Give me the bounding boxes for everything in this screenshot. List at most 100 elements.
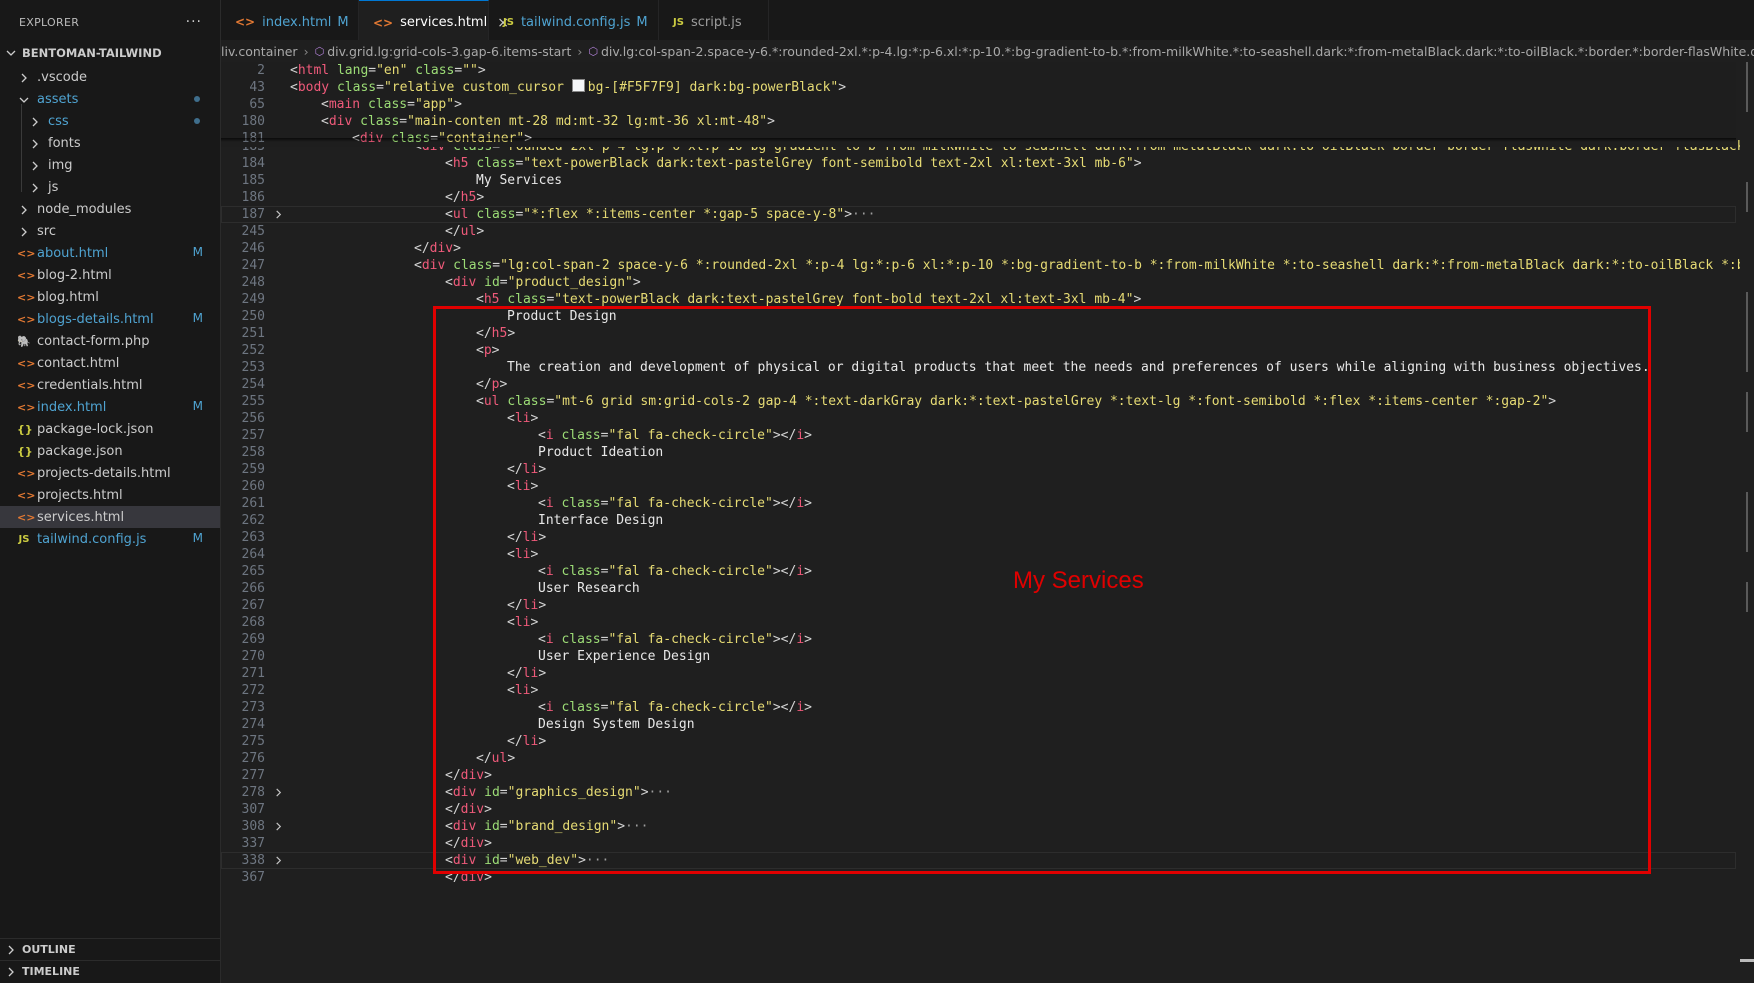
tab-services-html[interactable]: <> services.html × [359, 0, 509, 44]
tree-item-fonts[interactable]: fonts [0, 132, 220, 154]
code-token: = [399, 114, 408, 129]
code-line[interactable]: 273 <i class="fal fa-check-circle"></i> [221, 699, 1736, 716]
tree-item-blog-2-html[interactable]: <> blog-2.html [0, 264, 220, 286]
tree-item-blog-html[interactable]: <> blog.html [0, 286, 220, 308]
tree-item-blogs-details-html[interactable]: <> blogs-details.html M [0, 308, 220, 330]
code-line[interactable]: 267 </li> [221, 597, 1736, 614]
color-swatch-icon[interactable] [571, 79, 585, 92]
code-line[interactable]: 253 The creation and development of physi… [221, 359, 1736, 376]
breadcrumb-item[interactable]: liv.container [221, 44, 298, 59]
tree-item-tailwind-config-js[interactable]: JS tailwind.config.js M [0, 528, 220, 550]
code-line[interactable]: 263 </li> [221, 529, 1736, 546]
code-line[interactable]: 249 <h5 class="text-powerBlack dark:text-… [221, 291, 1736, 308]
timeline-section[interactable]: TIMELINE [0, 960, 221, 982]
line-number: 261 [241, 496, 265, 511]
code-line[interactable]: 258 Product Ideation [221, 444, 1736, 461]
code-line[interactable]: 260 <li> [221, 478, 1736, 495]
code-line[interactable]: 270 User Experience Design [221, 648, 1736, 665]
code-token: class [561, 564, 601, 579]
code-line[interactable]: 264 <li> [221, 546, 1736, 563]
code-line[interactable]: 367 </div> [221, 869, 1736, 886]
tree-item-contact-html[interactable]: <> contact.html [0, 352, 220, 374]
code-line[interactable]: 248 <div id="product_design"> [221, 274, 1736, 291]
code-line[interactable]: 43 <body class="relative custom_cursor bg… [221, 79, 1736, 96]
tree-item-projects-html[interactable]: <> projects.html [0, 484, 220, 506]
tree-item-credentials-html[interactable]: <> credentials.html [0, 374, 220, 396]
code-line[interactable]: 268 <li> [221, 614, 1736, 631]
code-line[interactable]: 65 <main class="app"> [221, 96, 1736, 113]
code-line[interactable]: 247 <div class="lg:col-span-2 space-y-6 *… [221, 257, 1754, 274]
tree-item-js[interactable]: js [0, 176, 220, 198]
fold-chevron-icon[interactable] [271, 206, 285, 223]
code-line[interactable]: 2 <html lang="en" class=""> [221, 62, 1736, 79]
tree-item-index-html[interactable]: <> index.html M [0, 396, 220, 418]
code-line[interactable]: 278 <div id="graphics_design">··· [221, 784, 1736, 801]
tree-item-assets[interactable]: assets [0, 88, 220, 110]
tree-item-services-html[interactable]: <> services.html [0, 506, 220, 528]
code-line[interactable]: 187 <ul class="*:flex *:items-center *:ga… [221, 206, 1736, 223]
breadcrumb-item[interactable]: div.lg:col-span-2.space-y-6.*:rounded-2x… [601, 44, 1754, 59]
fold-chevron-icon[interactable] [271, 818, 285, 835]
code-line[interactable]: 255 <ul class="mt-6 grid sm:grid-cols-2 g… [221, 393, 1736, 410]
code-token: h5 [483, 292, 500, 307]
code-line[interactable]: 272 <li> [221, 682, 1736, 699]
line-number: 250 [241, 309, 265, 324]
tree-item--vscode[interactable]: .vscode [0, 66, 220, 88]
tab-index-html[interactable]: <> index.html M [221, 0, 359, 44]
breadcrumb-item[interactable]: div.grid.lg:grid-cols-3.gap-6.items-star… [327, 44, 571, 59]
code-line[interactable]: 254 </p> [221, 376, 1736, 393]
tree-item-node-modules[interactable]: node_modules [0, 198, 220, 220]
code-editor[interactable]: 2 <html lang="en" class=""> 43 <body class=… [221, 62, 1754, 983]
fold-chevron-icon[interactable] [271, 784, 285, 801]
tree-item-projects-details-html[interactable]: <> projects-details.html [0, 462, 220, 484]
project-root[interactable]: BENTOMAN-TAILWIND [0, 42, 220, 64]
tab-script-js[interactable]: JS script.js [659, 0, 769, 44]
code-line[interactable]: 245 </ul> [221, 223, 1736, 240]
tree-item-img[interactable]: img [0, 154, 220, 176]
code-token: div [460, 836, 485, 851]
code-line[interactable]: 257 <i class="fal fa-check-circle"></i> [221, 427, 1736, 444]
code-line[interactable]: 246 </div> [221, 240, 1736, 257]
tree-item-about-html[interactable]: <> about.html M [0, 242, 220, 264]
code-token: > [538, 666, 547, 681]
code-token: > [507, 326, 516, 341]
code-line[interactable]: 269 <i class="fal fa-check-circle"></i> [221, 631, 1736, 648]
code-line[interactable]: 184 <h5 class="text-powerBlack dark:text-… [221, 155, 1736, 172]
code-line[interactable]: 338 <div id="web_dev">··· [221, 852, 1736, 869]
code-line[interactable]: 337 </div> [221, 835, 1736, 852]
code-line[interactable]: 250 Product Design [221, 308, 1736, 325]
fold-chevron-icon[interactable] [271, 852, 285, 869]
line-number: 307 [241, 802, 265, 817]
code-line[interactable]: 265 <i class="fal fa-check-circle"></i> [221, 563, 1736, 580]
code-line[interactable]: 252 <p> [221, 342, 1736, 359]
tab-tailwind-config-js[interactable]: JS tailwind.config.js M [489, 0, 659, 44]
code-line[interactable]: 185 My Services [221, 172, 1736, 189]
tree-item-package-json[interactable]: {} package.json [0, 440, 220, 462]
code-line[interactable]: 276 </ul> [221, 750, 1736, 767]
code-line[interactable]: 186 </h5> [221, 189, 1736, 206]
editor-tab-bar: <> index.html M <> services.html × JS tailwind.… [221, 0, 1754, 44]
more-actions-icon[interactable]: ··· [186, 14, 202, 30]
code-line[interactable]: 308 <div id="brand_design">··· [221, 818, 1736, 835]
vertical-scrollbar[interactable] [1740, 62, 1754, 983]
outline-section[interactable]: OUTLINE [0, 938, 221, 960]
code-line[interactable]: 256 <li> [221, 410, 1736, 427]
code-line[interactable]: 266 User Research [221, 580, 1736, 597]
code-line[interactable]: 271 </li> [221, 665, 1736, 682]
code-line[interactable]: 307 </div> [221, 801, 1736, 818]
tree-item-package-lock-json[interactable]: {} package-lock.json [0, 418, 220, 440]
tree-item-contact-form-php[interactable]: 🐘 contact-form.php [0, 330, 220, 352]
tree-item-label: img [48, 157, 73, 173]
tree-item-src[interactable]: src [0, 220, 220, 242]
code-line[interactable]: 261 <i class="fal fa-check-circle"></i> [221, 495, 1736, 512]
code-line[interactable]: 275 </li> [221, 733, 1736, 750]
code-content: <div class="lg:col-span-2 space-y-6 *:ro… [414, 257, 1754, 274]
tree-item-css[interactable]: css [0, 110, 220, 132]
code-line[interactable]: 277 </div> [221, 767, 1736, 784]
code-line[interactable]: 259 </li> [221, 461, 1736, 478]
code-line[interactable]: 274 Design System Design [221, 716, 1736, 733]
code-line[interactable]: 180 <div class="main-conten mt-28 md:mt-3… [221, 113, 1736, 130]
code-line[interactable]: 262 Interface Design [221, 512, 1736, 529]
code-line[interactable]: 251 </h5> [221, 325, 1736, 342]
code-token: "product_design" [507, 275, 633, 290]
